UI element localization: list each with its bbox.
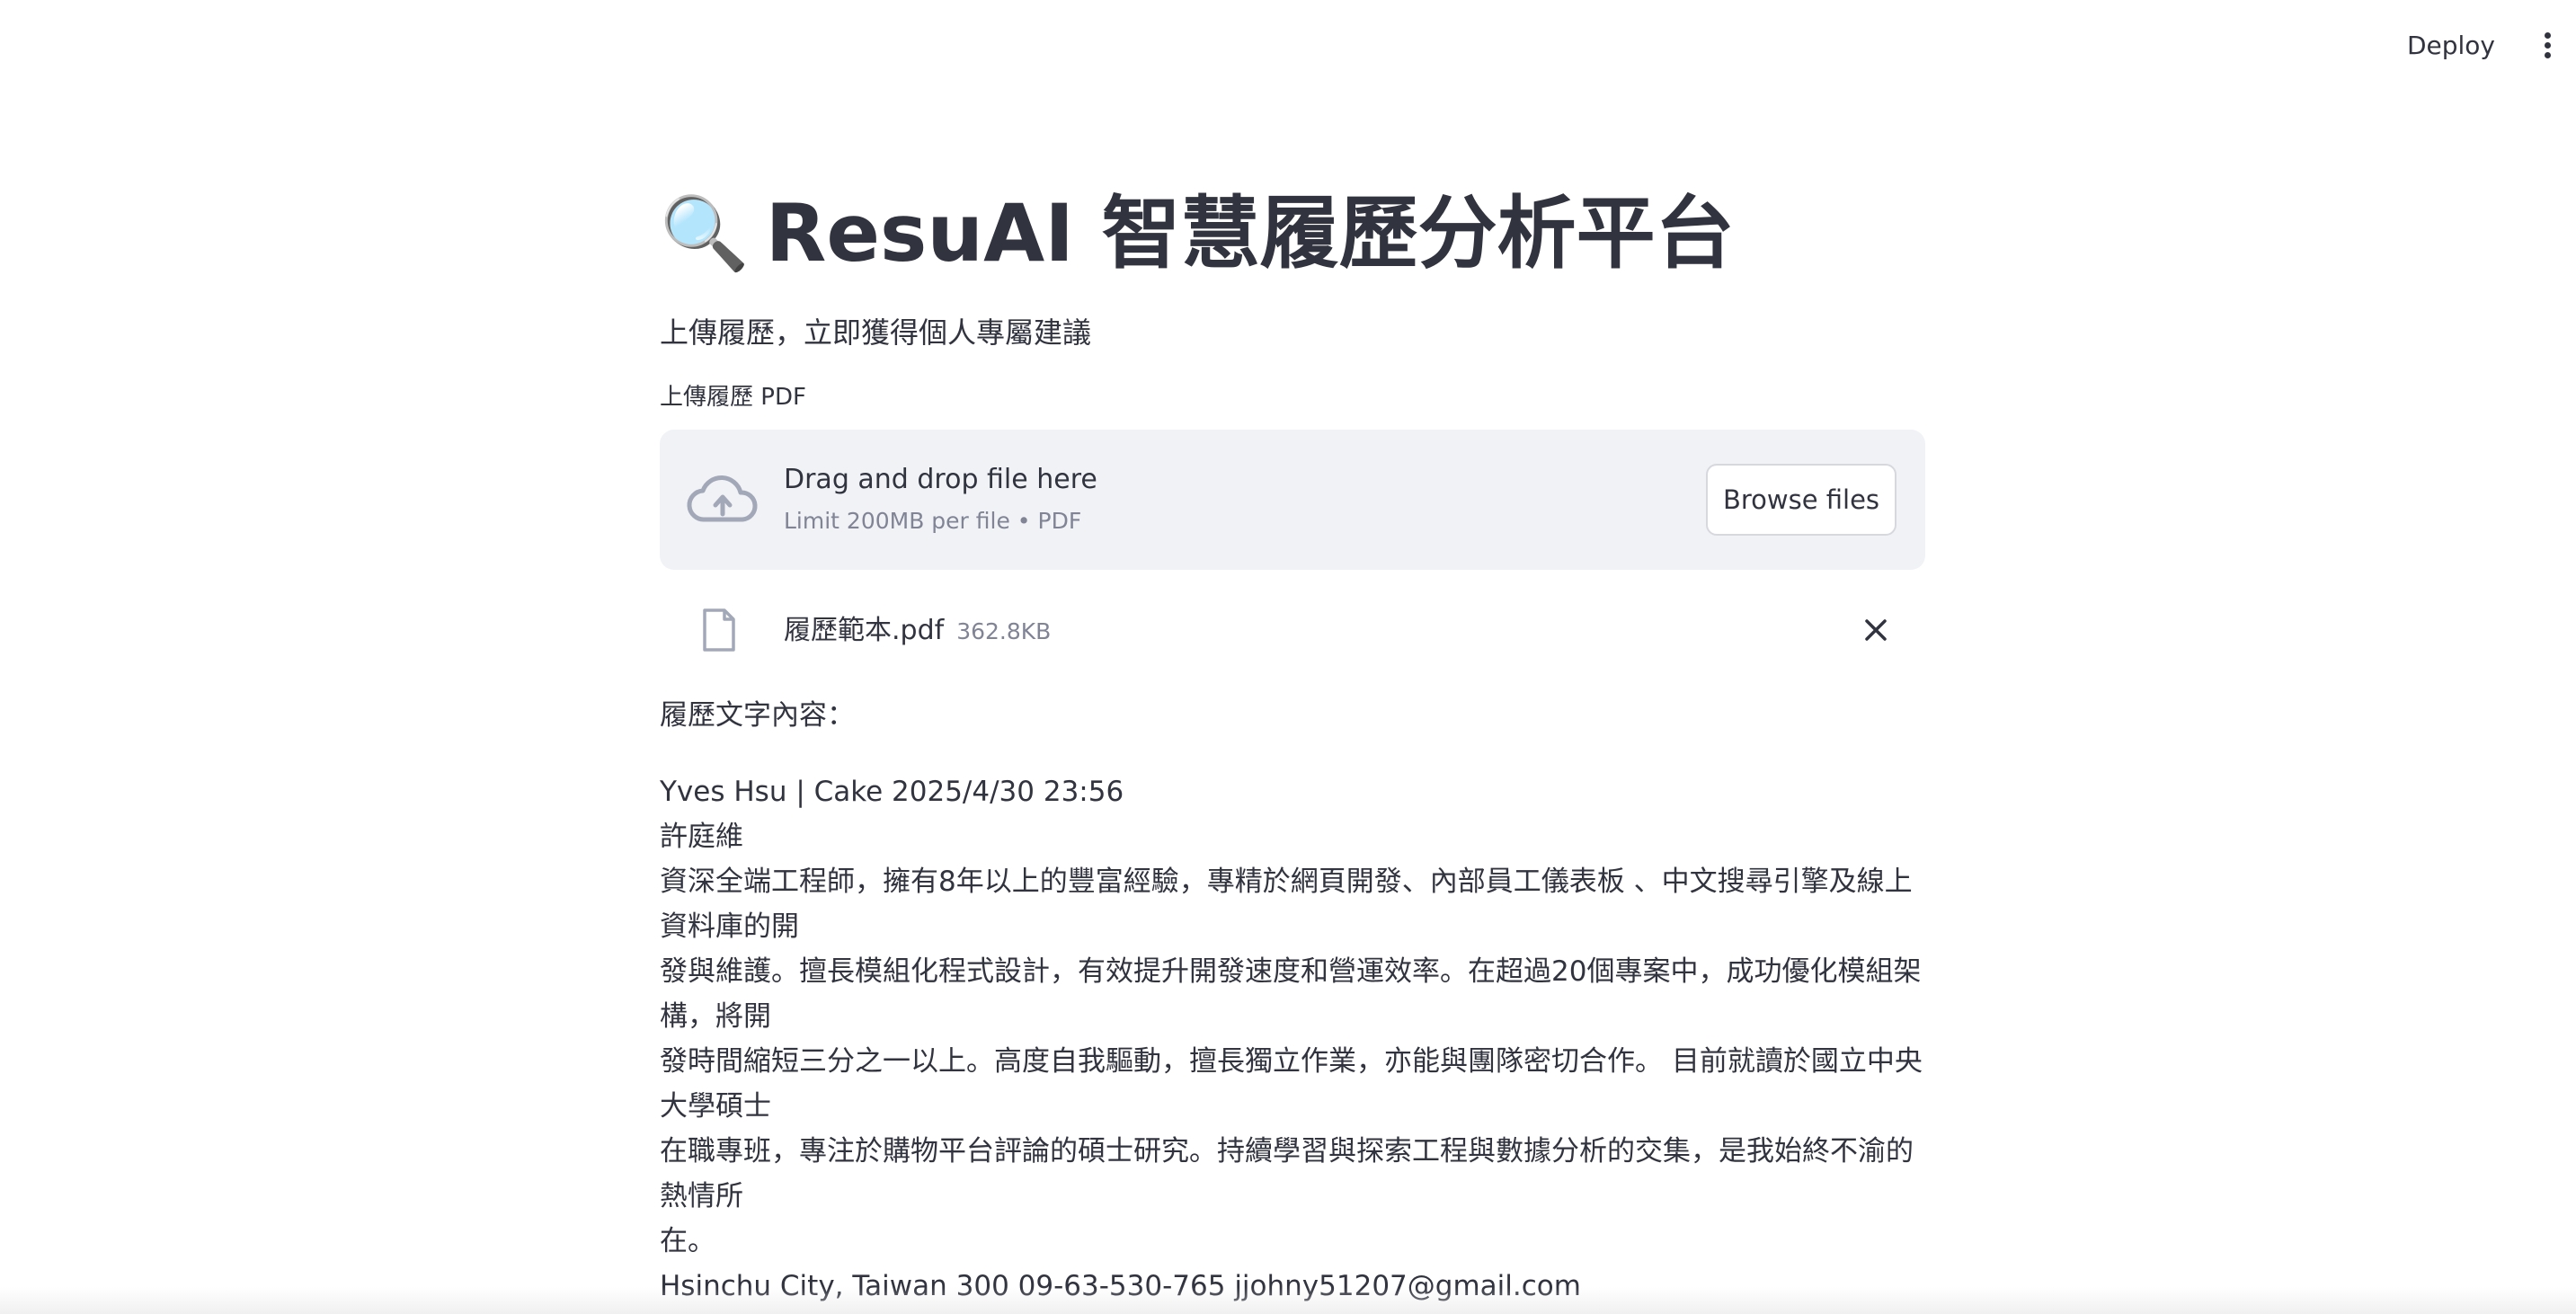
page-title-text: ResuAI 智慧履歷分析平台 [765, 187, 1735, 280]
file-icon [703, 608, 735, 652]
deploy-button[interactable]: Deploy [2398, 27, 2504, 64]
resume-line: 在職專班，專注於購物平台評論的碩士研究。持續學習與探索工程與數據分析的交集，是我… [660, 1135, 1914, 1212]
resume-line: 發與維護。擅長模組化程式設計，有效提升開發速度和營運效率。在超過20個專案中，成… [660, 955, 1922, 1033]
page-subtitle: 上傳履歷，立即獲得個人專屬建議 [660, 315, 1092, 350]
uploaded-file-name: 履歷範本.pdf [784, 615, 945, 646]
dropzone-text: Drag and drop file here Limit 200MB per … [784, 462, 1097, 537]
file-dropzone[interactable]: Drag and drop file here Limit 200MB per … [660, 430, 1925, 570]
uploaded-file-info: 履歷範本.pdf 362.8KB [784, 613, 1051, 650]
resume-text: Yves Hsu | Cake 2025/4/30 23:56 許庭維 資深全端… [660, 769, 1925, 1309]
page-title: 🔍 ResuAI 智慧履歷分析平台 [660, 180, 1925, 288]
close-icon[interactable] [1862, 617, 1889, 644]
dropzone-limit: Limit 200MB per file • PDF [784, 508, 1082, 534]
browse-files-button[interactable]: Browse files [1706, 464, 1896, 536]
resume-line: 許庭維 [660, 821, 743, 853]
dropzone-title: Drag and drop file here [784, 464, 1097, 495]
more-vertical-icon[interactable] [2536, 32, 2558, 59]
uploaded-file-row: 履歷範本.pdf 362.8KB [660, 570, 1925, 687]
resume-line: 資深全端工程師，擁有8年以上的豐富經驗，專精於網頁開發、內部員工儀表板 、中文搜… [660, 866, 1913, 943]
resume-content-label: 履歷文字內容： [660, 699, 855, 732]
resume-line: 在。 [660, 1225, 715, 1257]
uploader-label: 上傳履歷 PDF [660, 384, 806, 411]
bottom-shadow [0, 1287, 2576, 1314]
resume-line: 發時間縮短三分之一以上。高度自我驅動，擅長獨立作業，亦能與團隊密切合作。 目前就… [660, 1045, 1923, 1123]
magnifier-icon: 🔍 [660, 191, 750, 275]
top-toolbar: Deploy [0, 0, 2576, 90]
main-content: 🔍 ResuAI 智慧履歷分析平台 上傳履歷，立即獲得個人專屬建議 上傳履歷 P… [660, 180, 1925, 1309]
cloud-upload-icon [687, 475, 758, 522]
resume-line: Yves Hsu | Cake 2025/4/30 23:56 [660, 776, 1124, 808]
uploaded-file-size: 362.8KB [956, 618, 1052, 644]
